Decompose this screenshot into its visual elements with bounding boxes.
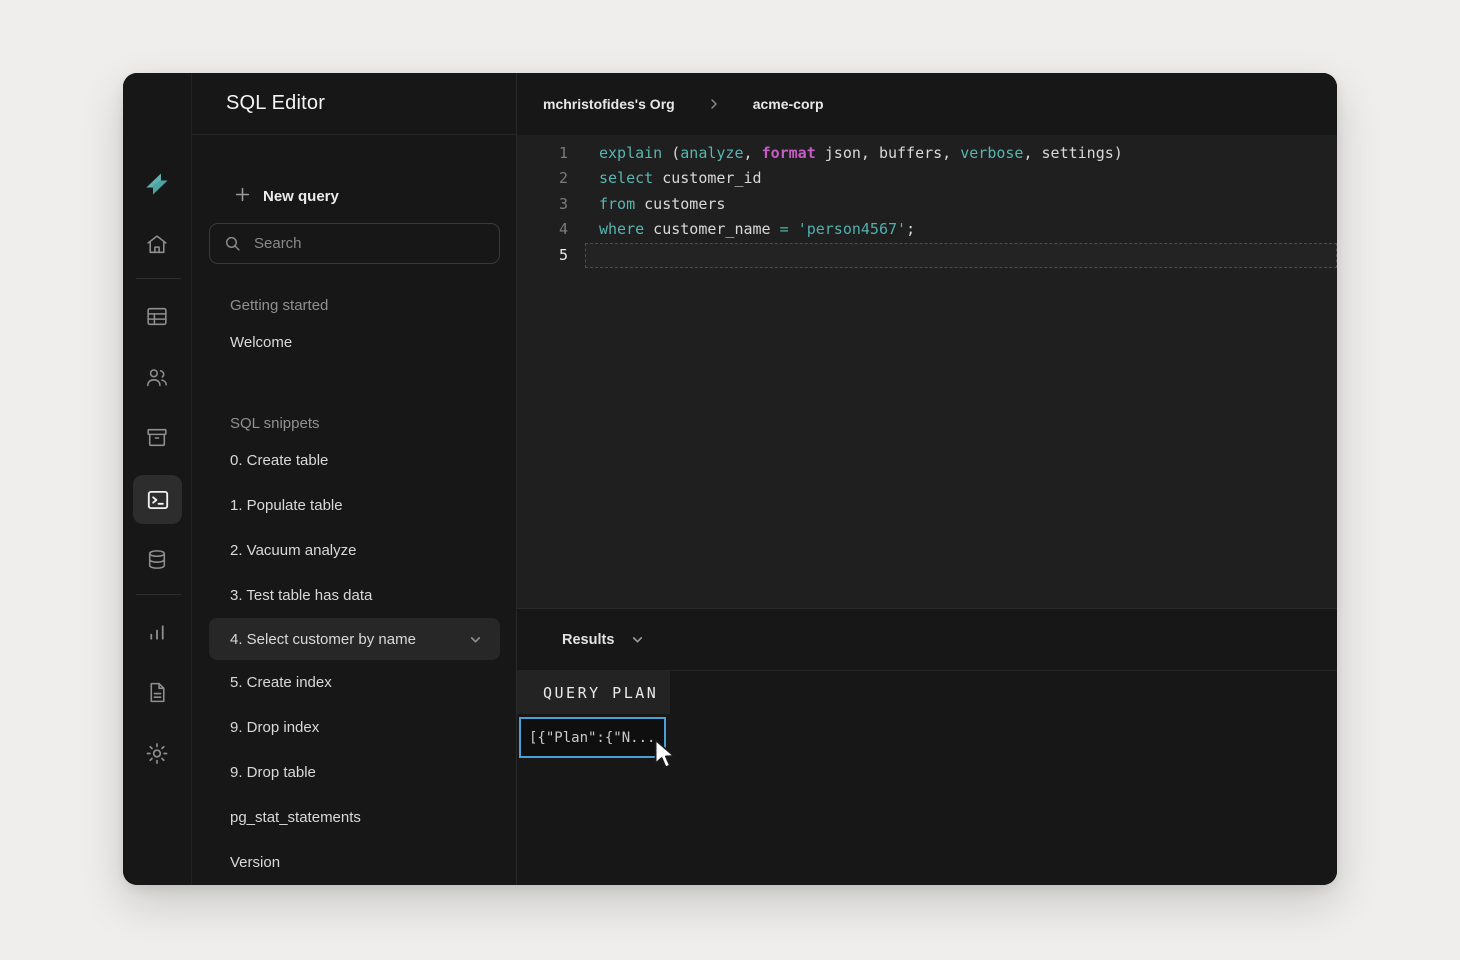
section-header: Getting started — [192, 290, 516, 320]
new-query-label: New query — [263, 188, 339, 205]
results-table: QUERY PLAN [{"Plan":{"N... — [517, 670, 1337, 885]
sidebar-item-label: Welcome — [230, 334, 292, 351]
page-title: SQL Editor — [192, 73, 516, 135]
sidebar-item[interactable]: 9. Drop index — [192, 705, 516, 750]
sidebar-item-label: 3. Test table has data — [230, 587, 372, 604]
sidebar-item[interactable]: Version — [192, 840, 516, 885]
sidebar-item[interactable]: 3. Test table has data — [192, 573, 516, 618]
code-text: from customers — [585, 192, 1337, 217]
sidebar-item[interactable]: 0. Create table — [192, 438, 516, 483]
rail-divider — [136, 594, 181, 595]
monitoring-chart-icon[interactable] — [145, 619, 170, 644]
sidebar-item-label: pg_stat_statements — [230, 809, 361, 826]
sidebar-item-label: 1. Populate table — [230, 497, 343, 514]
sidebar-item-label: 0. Create table — [230, 452, 328, 469]
query-plan-cell[interactable]: [{"Plan":{"N... — [519, 717, 666, 758]
database-icon[interactable] — [145, 547, 170, 572]
sidebar-nav: Getting started Welcome SQL snippets 0. Cre… — [192, 264, 516, 885]
sidebar-item-label: 4. Select customer by name — [230, 631, 416, 648]
code-line[interactable]: 3from customers — [517, 192, 1337, 217]
sidebar-item[interactable]: 4. Select customer by name — [209, 618, 500, 660]
line-number: 3 — [517, 192, 585, 217]
section-header: SQL snippets — [192, 408, 516, 438]
sidebar-item[interactable]: 5. Create index — [192, 660, 516, 705]
search-icon — [224, 235, 241, 252]
plus-icon — [234, 186, 251, 207]
breadcrumb: mchristofides's Org acme-corp — [517, 73, 1337, 135]
line-number: 5 — [517, 243, 585, 268]
sidebar-item-label: Version — [230, 854, 280, 871]
breadcrumb-project[interactable]: acme-corp — [753, 96, 824, 112]
tables-icon[interactable] — [145, 304, 170, 329]
main-area: mchristofides's Org acme-corp 1explain (… — [517, 73, 1337, 885]
sidebar-item[interactable]: Welcome — [192, 320, 516, 365]
code-text: select customer_id — [585, 166, 1337, 191]
sidebar-item-label: 2. Vacuum analyze — [230, 542, 356, 559]
document-icon[interactable] — [145, 680, 170, 705]
logo-lightning-icon[interactable] — [140, 167, 174, 201]
sidebar-item[interactable]: 9. Drop table — [192, 750, 516, 795]
results-label: Results — [562, 632, 614, 648]
code-text — [585, 243, 1337, 268]
breadcrumb-org[interactable]: mchristofides's Org — [543, 96, 675, 112]
line-number: 4 — [517, 217, 585, 242]
code-line[interactable]: 2select customer_id — [517, 166, 1337, 191]
sql-code-editor[interactable]: 1explain (analyze, format json, buffers,… — [517, 135, 1337, 608]
chevron-down-icon — [469, 633, 482, 646]
rail-divider — [136, 278, 181, 279]
code-line[interactable]: 5 — [517, 243, 1337, 268]
sidebar-item[interactable]: pg_stat_statements — [192, 795, 516, 840]
settings-gear-icon[interactable] — [145, 741, 170, 766]
app-window: SQL Editor New query Getting started Welc… — [123, 73, 1337, 885]
search-input[interactable] — [254, 235, 485, 252]
sidebar-item[interactable]: 2. Vacuum analyze — [192, 528, 516, 573]
chevron-down-icon[interactable] — [631, 633, 644, 646]
line-number: 2 — [517, 166, 585, 191]
new-query-button[interactable]: New query — [234, 183, 516, 209]
results-bar: Results — [517, 608, 1337, 670]
search-box[interactable] — [209, 223, 500, 264]
icon-rail — [123, 73, 192, 885]
home-icon[interactable] — [145, 232, 170, 257]
sql-terminal-icon[interactable] — [133, 475, 182, 524]
people-icon[interactable] — [145, 365, 170, 390]
code-lines: 1explain (analyze, format json, buffers,… — [517, 141, 1337, 268]
code-text: explain (analyze, format json, buffers, … — [585, 141, 1337, 166]
storage-box-icon[interactable] — [145, 425, 170, 450]
sidebar-item-label: 5. Create index — [230, 674, 332, 691]
chevron-right-icon — [708, 98, 720, 110]
code-line[interactable]: 4where customer_name = 'person4567'; — [517, 217, 1337, 242]
column-header-query-plan[interactable]: QUERY PLAN — [517, 671, 670, 714]
sidebar-item[interactable]: 1. Populate table — [192, 483, 516, 528]
sidebar-item-label: 9. Drop table — [230, 764, 316, 781]
line-number: 1 — [517, 141, 585, 166]
sidebar-item-label: 9. Drop index — [230, 719, 319, 736]
sidebar: SQL Editor New query Getting started Welc… — [192, 73, 517, 885]
code-text: where customer_name = 'person4567'; — [585, 217, 1337, 242]
code-line[interactable]: 1explain (analyze, format json, buffers,… — [517, 141, 1337, 166]
